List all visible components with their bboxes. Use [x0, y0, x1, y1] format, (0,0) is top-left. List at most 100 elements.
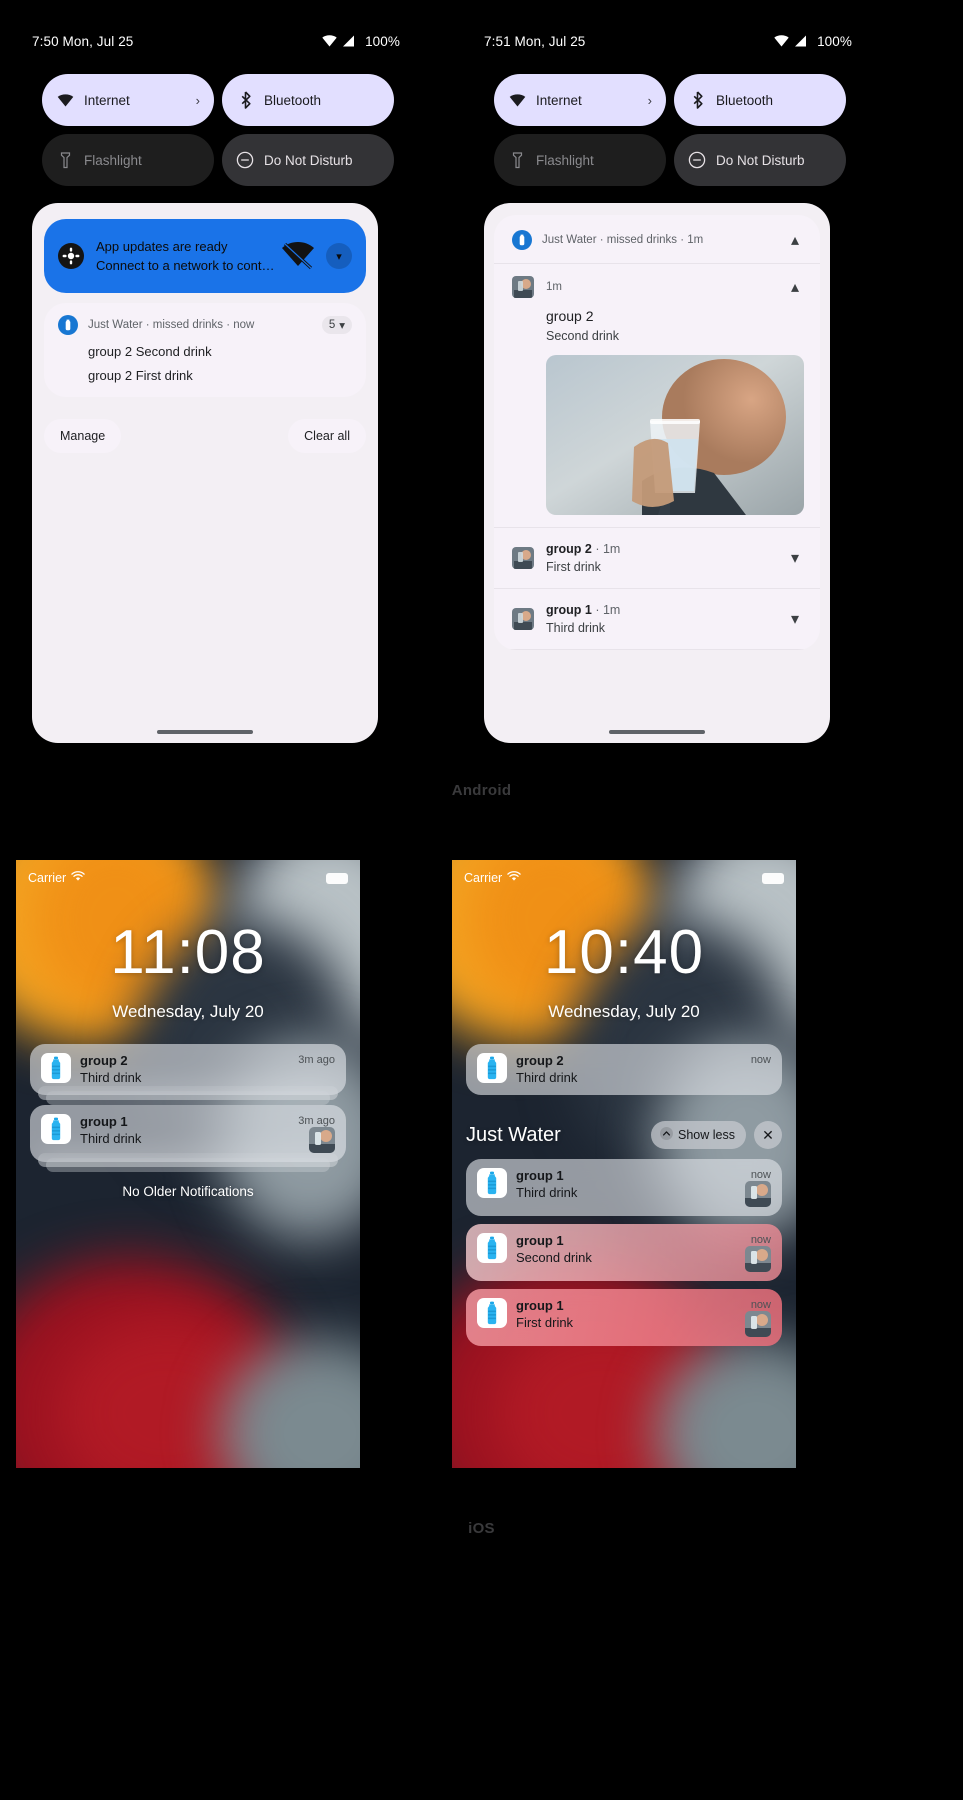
- app-notification-card[interactable]: Just Water · missed drinks · now 5 ▾ gro…: [44, 303, 366, 397]
- battery-full-icon: [762, 872, 784, 884]
- notification-body: First drink: [516, 1315, 574, 1330]
- flashlight-icon: [56, 151, 74, 169]
- chevron-down-icon[interactable]: ▾: [784, 547, 806, 569]
- notification-body: Third drink: [80, 1131, 142, 1146]
- wifi-icon: [322, 35, 337, 47]
- notification-time: now: [750, 1234, 771, 1246]
- close-icon[interactable]: ✕: [754, 1121, 782, 1149]
- notification-count-badge[interactable]: 5 ▾: [321, 316, 352, 334]
- glass-of-water-photo: [546, 355, 804, 515]
- bluetooth-icon: [688, 91, 706, 109]
- group-header[interactable]: Just Water · missed drinks · 1m ▴: [494, 215, 820, 264]
- do-not-disturb-icon: [236, 151, 254, 169]
- ios-status-bar-left: Carrier: [16, 868, 360, 888]
- chevron-down-icon[interactable]: ▾: [326, 243, 352, 269]
- ios-notification-card[interactable]: group 2 Third drink now: [466, 1044, 782, 1095]
- expanded-notification-item[interactable]: 1m ▴ group 2 Second drink: [494, 264, 820, 528]
- system-notification-body: Connect to a network to cont…: [96, 258, 275, 273]
- tile-internet[interactable]: Internet ›: [42, 74, 214, 126]
- expanded-item-title: group 2: [546, 308, 594, 324]
- chevron-up-icon[interactable]: ▴: [784, 276, 806, 298]
- chevron-up-icon[interactable]: ▴: [784, 229, 806, 251]
- tile-do-not-disturb[interactable]: Do Not Disturb: [674, 134, 846, 186]
- status-battery: 100%: [817, 33, 852, 49]
- system-notification-text: App updates are ready Connect to a netwo…: [96, 237, 278, 275]
- tile-bluetooth-label: Bluetooth: [264, 92, 322, 108]
- notification-time: 3m ago: [298, 1115, 335, 1127]
- ios-notification-card[interactable]: group 1 Third drink 3m ago: [30, 1105, 346, 1162]
- group-row-subtitle: First drink: [546, 560, 601, 574]
- android-comparison-row: 7:50 Mon, Jul 25 100% Internet › Bluetoo…: [0, 0, 963, 799]
- separator-dot: ·: [591, 542, 603, 556]
- android-status-bar-right: 7:51 Mon, Jul 25 100%: [458, 28, 878, 54]
- lockscreen-date: Wednesday, July 20: [548, 1002, 700, 1021]
- ios-notification-card[interactable]: group 1 Third drink now: [466, 1159, 782, 1216]
- notification-text: group 2 Third drink: [80, 1053, 290, 1086]
- tile-internet[interactable]: Internet ›: [494, 74, 666, 126]
- group-row[interactable]: group 2 · 1m First drink ▾: [494, 528, 820, 589]
- expanded-item-subtitle: Second drink: [546, 329, 619, 343]
- tile-bluetooth[interactable]: Bluetooth: [222, 74, 394, 126]
- home-indicator[interactable]: [157, 730, 253, 734]
- ios-caption: iOS: [468, 1520, 495, 1537]
- ios-notification-card[interactable]: group 1 Second drink now: [466, 1224, 782, 1281]
- manage-button[interactable]: Manage: [44, 419, 122, 453]
- water-bottle-icon: [58, 315, 78, 335]
- tile-do-not-disturb-label: Do Not Disturb: [264, 152, 353, 168]
- group-row-text: group 1 · 1m Third drink: [546, 603, 784, 635]
- ios-notification-card[interactable]: group 2 Third drink 3m ago: [30, 1044, 346, 1095]
- notification-stack: group 2 Third drink 3m ago: [30, 1044, 346, 1105]
- quick-settings-row-1: Internet › Bluetooth: [494, 74, 846, 126]
- tile-do-not-disturb[interactable]: Do Not Disturb: [222, 134, 394, 186]
- notification-trailing: 3m ago: [290, 1114, 335, 1153]
- ios-notification-list-right: group 2 Third drink now Just Water Show …: [466, 1044, 782, 1354]
- group-row[interactable]: group 1 · 1m Third drink ▾: [494, 589, 820, 650]
- group-row-title-line: group 1 · 1m: [546, 603, 784, 617]
- notification-trailing: now: [737, 1168, 771, 1207]
- quick-settings-row-2: Flashlight Do Not Disturb: [494, 134, 846, 186]
- notification-body: Second drink: [516, 1250, 592, 1265]
- app-notification-header: Just Water · missed drinks · now 5 ▾: [58, 315, 352, 335]
- water-bottle-icon: [477, 1168, 507, 1198]
- clear-all-button[interactable]: Clear all: [288, 419, 366, 453]
- tile-flashlight[interactable]: Flashlight: [42, 134, 214, 186]
- quick-settings-row-2: Flashlight Do Not Disturb: [42, 134, 394, 186]
- android-phone-right: 7:51 Mon, Jul 25 100% Internet › Bluetoo…: [458, 0, 898, 760]
- expanded-item-header: 1m ▴: [512, 276, 806, 298]
- notification-title: group 1: [516, 1233, 564, 1248]
- ios-phone-right: Carrier 10:40 Wednesday, July 20 group 2: [452, 860, 796, 1468]
- carrier-label: Carrier: [464, 871, 503, 885]
- notification-time: now: [750, 1299, 771, 1311]
- person-drinking-water-avatar: [309, 1127, 335, 1153]
- notification-shade-right: Just Water · missed drinks · 1m ▴ 1m ▴ g…: [484, 203, 830, 743]
- group-row-title-line: group 2 · 1m: [546, 542, 784, 556]
- group-row-title: group 2: [546, 542, 592, 556]
- tile-flashlight[interactable]: Flashlight: [494, 134, 666, 186]
- carrier-group: Carrier: [28, 871, 85, 885]
- group-name-label: Just Water: [466, 1123, 561, 1146]
- separator-dot: ·: [591, 603, 603, 617]
- chevron-down-icon[interactable]: ▾: [784, 608, 806, 630]
- flashlight-icon: [508, 151, 526, 169]
- chevron-right-icon[interactable]: ›: [648, 93, 652, 108]
- notification-title: group 2: [80, 1053, 128, 1068]
- person-drinking-water-avatar: [512, 608, 534, 630]
- notification-body: Third drink: [516, 1070, 578, 1085]
- tile-internet-label: Internet: [84, 92, 130, 108]
- group-header-meta: Just Water · missed drinks · 1m: [542, 234, 704, 246]
- chevron-right-icon[interactable]: ›: [196, 93, 200, 108]
- system-notification-card[interactable]: App updates are ready Connect to a netwo…: [44, 219, 366, 293]
- chevron-down-icon[interactable]: ▾: [339, 318, 345, 332]
- battery-full-icon: [326, 872, 348, 884]
- show-less-button[interactable]: Show less: [651, 1121, 746, 1149]
- home-indicator[interactable]: [609, 730, 705, 734]
- group-row-title: group 1: [546, 603, 592, 617]
- status-icons: [322, 35, 355, 47]
- notification-count-value: 5: [328, 319, 336, 331]
- wifi-off-icon: [278, 239, 318, 273]
- ios-notification-card[interactable]: group 1 First drink now: [466, 1289, 782, 1346]
- carrier-label: Carrier: [28, 871, 67, 885]
- tile-bluetooth[interactable]: Bluetooth: [674, 74, 846, 126]
- tile-flashlight-label: Flashlight: [536, 152, 594, 168]
- signal-icon: [341, 35, 355, 47]
